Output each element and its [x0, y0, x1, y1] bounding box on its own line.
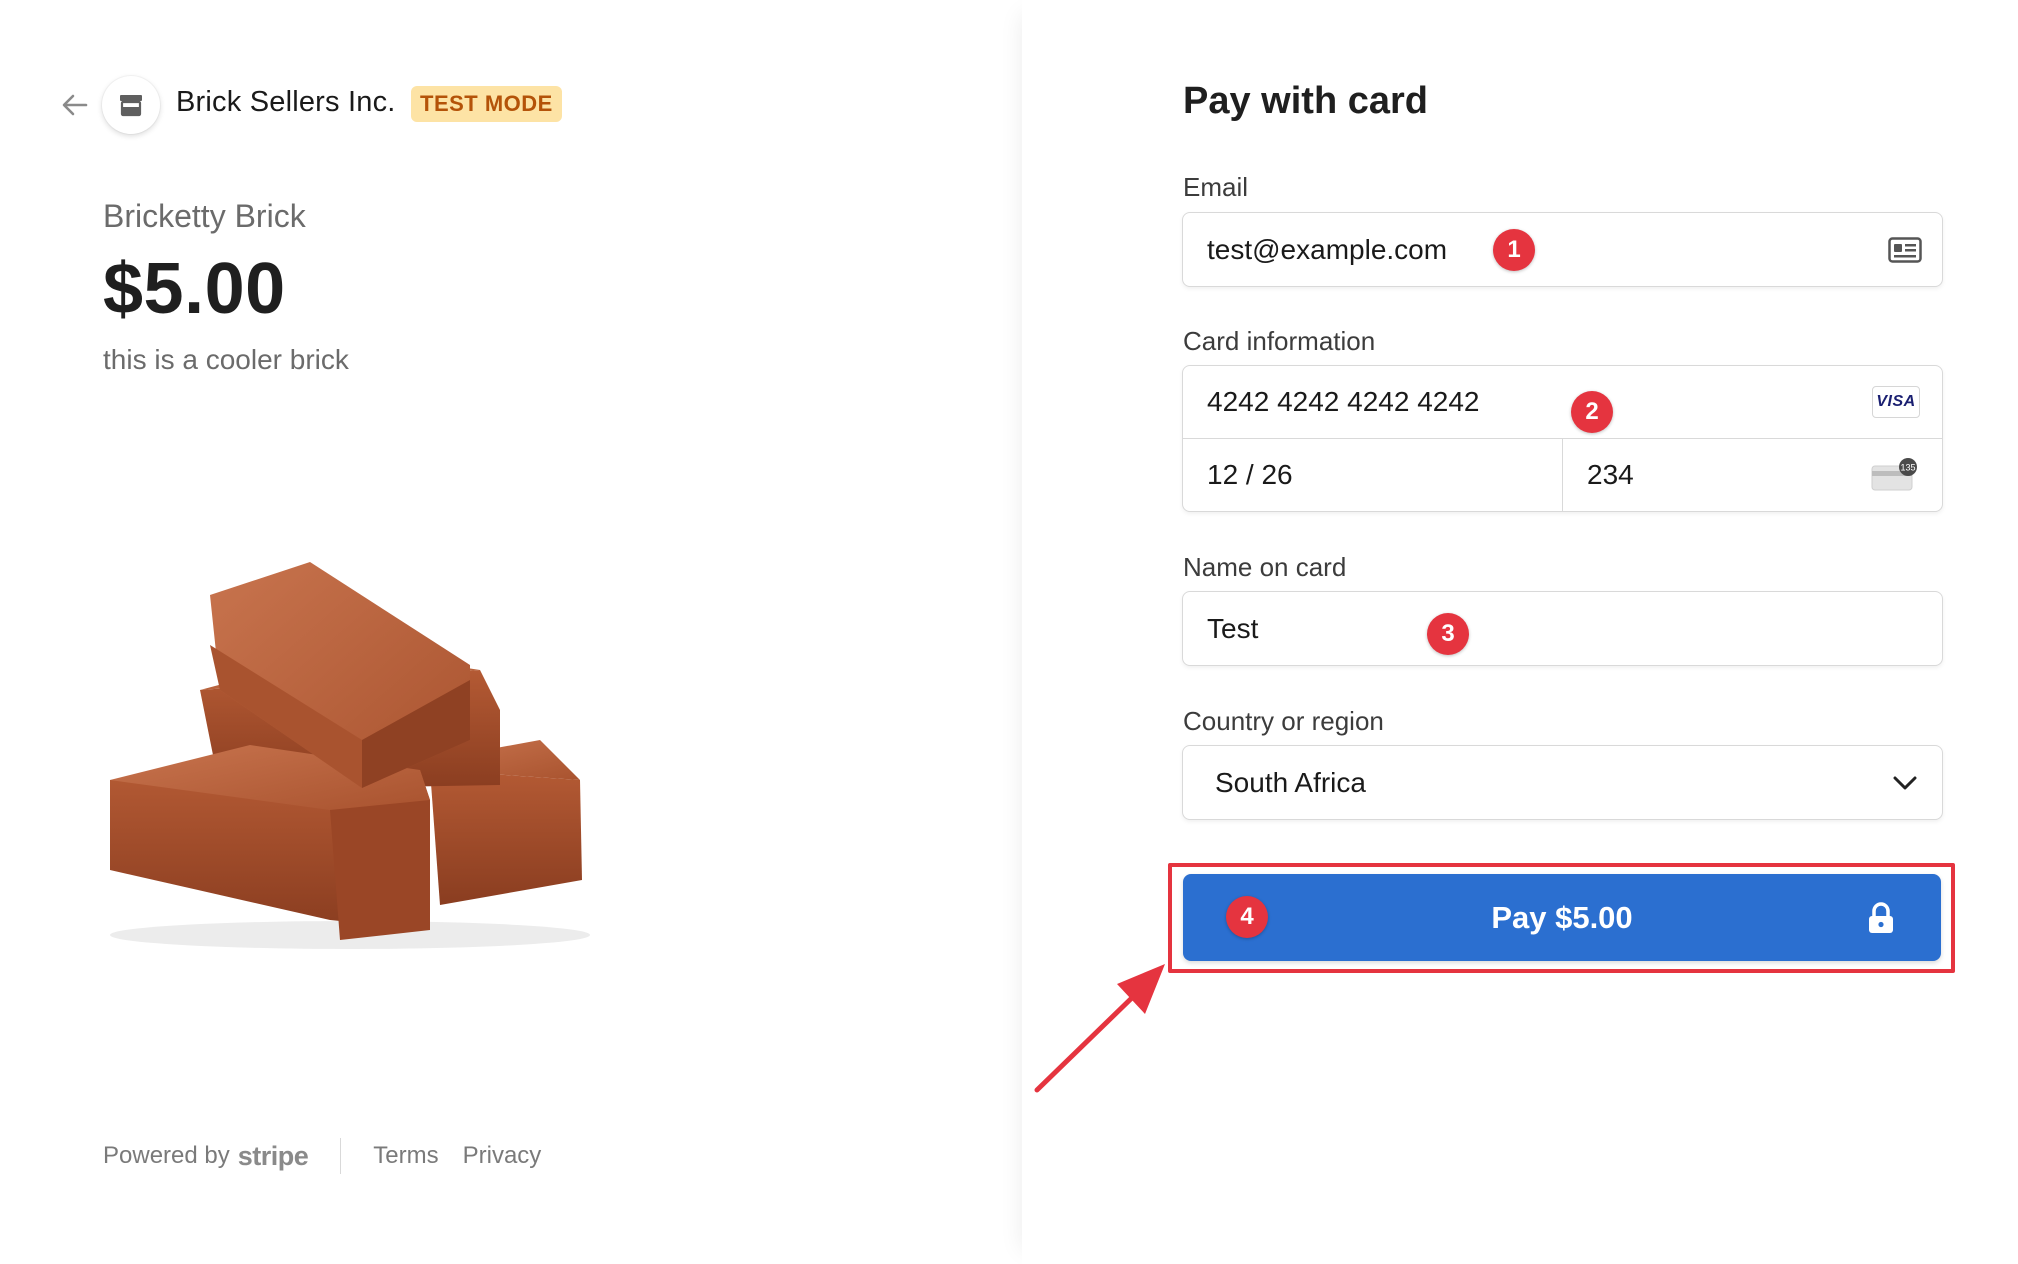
- name-label: Name on card: [1183, 552, 1347, 582]
- card-cvc-field[interactable]: 234 135: [1563, 439, 1942, 511]
- card-expiry-value: 12 / 26: [1207, 459, 1293, 490]
- country-value: South Africa: [1215, 766, 1366, 798]
- email-value: test@example.com: [1207, 233, 1448, 265]
- email-field[interactable]: test@example.com: [1182, 212, 1943, 287]
- card-number-field[interactable]: 4242 4242 4242 4242 VISA: [1183, 366, 1942, 439]
- visa-icon: VISA: [1872, 386, 1920, 418]
- contact-card-icon[interactable]: [1888, 236, 1922, 263]
- product-price: $5.00: [103, 249, 286, 329]
- annotation-arrow-icon: [1034, 964, 1165, 1093]
- privacy-link[interactable]: Privacy: [463, 1142, 542, 1170]
- step-badge-3: 3: [1427, 613, 1469, 655]
- checkout-page: Brick Sellers Inc. TEST MODE Bricketty B…: [0, 0, 2018, 1264]
- merchant-name: Brick Sellers Inc.: [176, 86, 396, 118]
- powered-by-label: Powered by: [103, 1142, 230, 1169]
- cvc-hint-text: 135: [1900, 463, 1915, 473]
- step-badge-4: 4: [1226, 896, 1268, 938]
- name-on-card-field[interactable]: Test: [1182, 591, 1943, 666]
- card-expiry-field[interactable]: 12 / 26: [1183, 439, 1563, 511]
- test-mode-badge: TEST MODE: [411, 86, 562, 122]
- card-info-group: 4242 4242 4242 4242 VISA 12 / 26 234 135: [1182, 365, 1943, 512]
- country-select[interactable]: South Africa: [1182, 745, 1943, 820]
- stripe-logo[interactable]: stripe: [238, 1141, 309, 1172]
- step-badge-2: 2: [1571, 391, 1613, 433]
- lock-icon: [1869, 901, 1893, 933]
- pay-button-label: Pay $5.00: [1491, 899, 1633, 935]
- form-title: Pay with card: [1183, 80, 1428, 122]
- terms-link[interactable]: Terms: [373, 1142, 438, 1170]
- card-bottom-row: 12 / 26 234 135: [1183, 439, 1942, 511]
- product-name: Bricketty Brick: [103, 198, 306, 234]
- name-on-card-value: Test: [1207, 612, 1259, 644]
- card-info-label: Card information: [1183, 326, 1376, 356]
- country-label: Country or region: [1183, 706, 1384, 736]
- brick-product-image: [110, 562, 590, 949]
- product-description: this is a cooler brick: [103, 344, 349, 375]
- back-arrow-icon[interactable]: [60, 90, 90, 120]
- footer-divider: [340, 1138, 342, 1174]
- order-summary-panel: Brick Sellers Inc. TEST MODE Bricketty B…: [0, 0, 1022, 1264]
- chevron-down-icon: [1893, 776, 1917, 789]
- email-label: Email: [1183, 172, 1249, 202]
- merchant-logo: [102, 76, 160, 134]
- card-cvc-value: 234: [1587, 459, 1634, 490]
- card-number-value: 4242 4242 4242 4242: [1207, 386, 1480, 417]
- step-badge-1: 1: [1493, 229, 1535, 271]
- footer: Powered by stripe Terms Privacy: [103, 1136, 565, 1176]
- cvc-card-icon: 135: [1871, 458, 1917, 491]
- store-icon: [120, 95, 142, 117]
- pay-button[interactable]: Pay $5.00: [1183, 874, 1941, 961]
